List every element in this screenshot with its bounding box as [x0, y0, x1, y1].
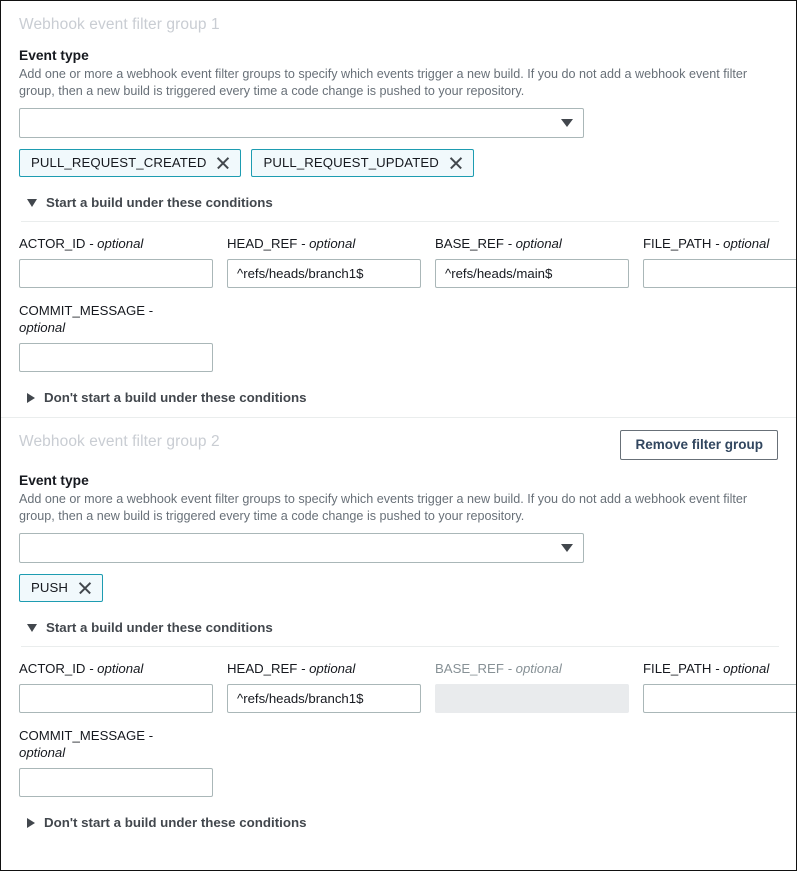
commit-message-field-block: COMMIT_MESSAGE -optional [19, 727, 213, 797]
event-type-heading: Event type [19, 472, 778, 490]
start-build-conditions-expander[interactable]: Start a build under these conditions [19, 619, 778, 637]
start-conditions-fields: ACTOR_ID - optional HEAD_REF - optional BA… [19, 235, 778, 288]
condition-field-input[interactable] [227, 684, 421, 713]
start-build-conditions-label: Start a build under these conditions [46, 194, 273, 212]
event-type-tag-label: PULL_REQUEST_UPDATED [263, 154, 438, 171]
webhook-filter-group: Webhook event filter group 2 Remove filt… [1, 418, 796, 842]
group-header: Webhook event filter group 1 [19, 1, 778, 35]
start-conditions-commit-row: COMMIT_MESSAGE -optional [19, 727, 778, 797]
commit-message-field-block: COMMIT_MESSAGE -optional [19, 302, 213, 372]
event-type-description: Add one or more a webhook event filter g… [19, 66, 778, 99]
event-type-tag-label: PULL_REQUEST_CREATED [31, 154, 206, 171]
dont-start-build-conditions-label: Don't start a build under these conditio… [44, 389, 306, 407]
close-icon[interactable] [78, 581, 92, 595]
dont-start-build-conditions-expander[interactable]: Don't start a build under these conditio… [19, 814, 778, 832]
webhook-filter-groups-panel: Webhook event filter group 1 Event type … [0, 0, 797, 871]
event-type-tag-list: PUSH [19, 574, 778, 602]
event-type-tag-label: PUSH [31, 579, 68, 596]
condition-field-block: HEAD_REF - optional [227, 660, 421, 713]
commit-message-input[interactable] [19, 768, 213, 797]
event-type-select[interactable] [19, 108, 584, 138]
close-icon[interactable] [449, 156, 463, 170]
condition-field-label: FILE_PATH - optional [643, 660, 797, 677]
event-type-heading: Event type [19, 47, 778, 65]
condition-field-block: HEAD_REF - optional [227, 235, 421, 288]
group-title: Webhook event filter group 1 [19, 13, 220, 35]
triangle-right-icon [27, 393, 35, 403]
event-type-select-box[interactable] [19, 533, 584, 563]
condition-field-block: FILE_PATH - optional [643, 235, 797, 288]
event-type-select[interactable] [19, 533, 584, 563]
remove-filter-group-button[interactable]: Remove filter group [620, 430, 778, 460]
dont-start-build-conditions-label: Don't start a build under these conditio… [44, 814, 306, 832]
condition-field-block: ACTOR_ID - optional [19, 660, 213, 713]
commit-message-input[interactable] [19, 343, 213, 372]
event-type-tag: PUSH [19, 574, 103, 602]
condition-field-label: HEAD_REF - optional [227, 235, 421, 252]
start-conditions-commit-row: COMMIT_MESSAGE -optional [19, 302, 778, 372]
group-bottom-spacer [19, 832, 778, 842]
group-bottom-spacer [19, 407, 778, 417]
commit-message-label: COMMIT_MESSAGE -optional [19, 727, 213, 761]
event-type-tag-list: PULL_REQUEST_CREATED PULL_REQUEST_UPDATED [19, 149, 778, 177]
triangle-down-icon [27, 199, 37, 207]
triangle-down-icon [27, 624, 37, 632]
start-build-conditions-label: Start a build under these conditions [46, 619, 273, 637]
condition-field-input[interactable] [643, 259, 797, 288]
condition-field-block: BASE_REF - optional [435, 235, 629, 288]
group-title: Webhook event filter group 2 [19, 430, 220, 452]
condition-field-input[interactable] [19, 259, 213, 288]
event-type-description: Add one or more a webhook event filter g… [19, 491, 778, 524]
condition-field-block: FILE_PATH - optional [643, 660, 797, 713]
condition-field-label: BASE_REF - optional [435, 660, 629, 677]
section-divider [21, 646, 779, 647]
event-type-tag: PULL_REQUEST_CREATED [19, 149, 241, 177]
condition-field-block: ACTOR_ID - optional [19, 235, 213, 288]
dont-start-build-conditions-expander[interactable]: Don't start a build under these conditio… [19, 389, 778, 407]
condition-field-label: FILE_PATH - optional [643, 235, 797, 252]
group-header: Webhook event filter group 2 Remove filt… [19, 418, 778, 460]
condition-field-label: ACTOR_ID - optional [19, 660, 213, 677]
condition-field-input [435, 684, 629, 713]
webhook-filter-group: Webhook event filter group 1 Event type … [1, 1, 796, 417]
commit-message-label: COMMIT_MESSAGE -optional [19, 302, 213, 336]
event-type-select-box[interactable] [19, 108, 584, 138]
close-icon[interactable] [216, 156, 230, 170]
condition-field-input[interactable] [435, 259, 629, 288]
condition-field-label: HEAD_REF - optional [227, 660, 421, 677]
condition-field-block: BASE_REF - optional [435, 660, 629, 713]
condition-field-input[interactable] [19, 684, 213, 713]
event-type-tag: PULL_REQUEST_UPDATED [251, 149, 473, 177]
condition-field-label: BASE_REF - optional [435, 235, 629, 252]
condition-field-input[interactable] [643, 684, 797, 713]
start-build-conditions-expander[interactable]: Start a build under these conditions [19, 194, 778, 212]
filter-groups-container: Webhook event filter group 1 Event type … [1, 1, 796, 842]
condition-field-input[interactable] [227, 259, 421, 288]
section-divider [21, 221, 779, 222]
condition-field-label: ACTOR_ID - optional [19, 235, 213, 252]
triangle-right-icon [27, 818, 35, 828]
start-conditions-fields: ACTOR_ID - optional HEAD_REF - optional BA… [19, 660, 778, 713]
